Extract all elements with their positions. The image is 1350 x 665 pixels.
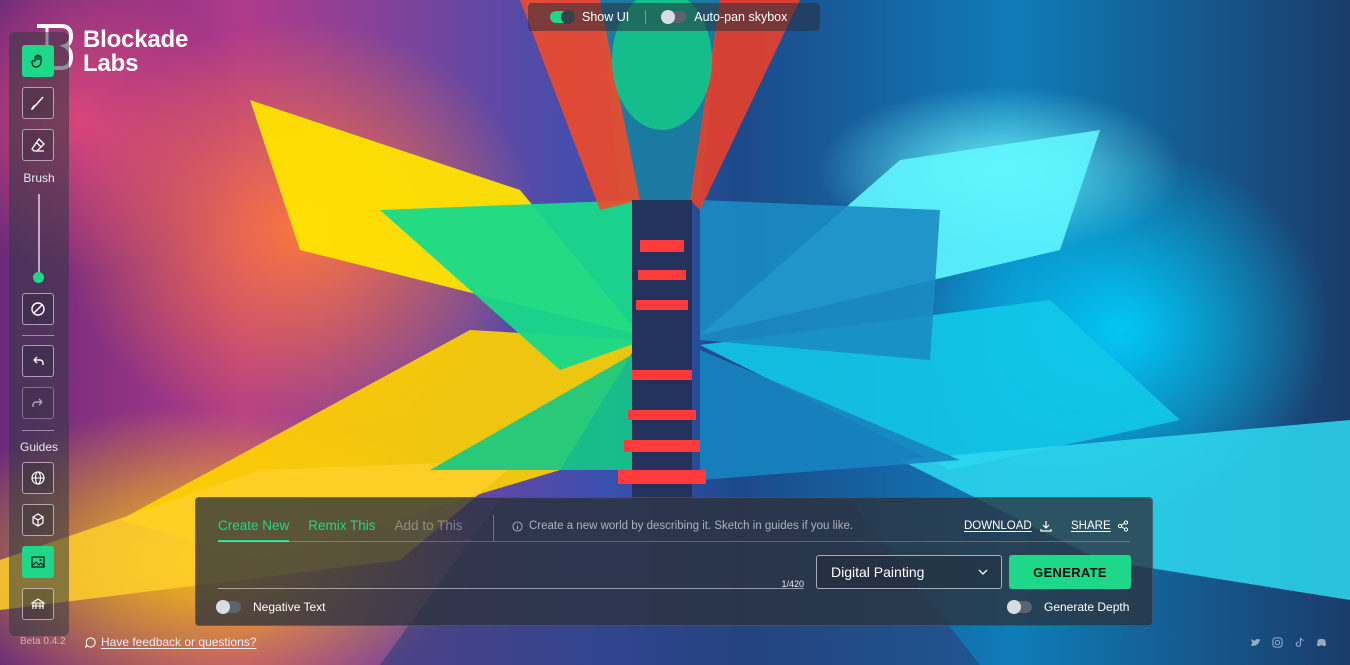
download-button[interactable]: DOWNLOAD [964,520,1052,532]
image-icon [31,556,45,568]
social-links [1250,635,1327,648]
pan-tool-button[interactable] [22,45,54,77]
tab-add-to-this[interactable]: Add to This [395,518,463,542]
tab-remix-this[interactable]: Remix This [308,518,375,542]
autopan-toggle-group[interactable]: Auto-pan skybox [661,10,788,24]
undo-icon [33,356,44,365]
share-icon [1117,520,1128,532]
feedback-text[interactable]: Have feedback or questions? [101,635,256,649]
cube-icon [32,513,44,527]
toolbar-divider [22,430,54,431]
chat-bubble-icon [85,636,96,648]
image-guide-button[interactable] [22,546,54,578]
tabs-divider [493,515,494,541]
show-ui-label: Show UI [582,10,630,24]
globe-icon [31,471,45,485]
logo-line2: Labs [83,50,139,77]
download-icon [1040,521,1052,532]
share-button[interactable]: SHARE [1071,520,1129,532]
guides-label: Guides [19,440,59,454]
negative-text-toggle-group[interactable]: Negative Text [216,600,326,614]
autopan-toggle[interactable] [661,10,687,24]
globe-guide-button[interactable] [22,462,54,494]
toolbar-divider [22,335,54,336]
generate-depth-label: Generate Depth [1044,600,1130,614]
twitter-icon[interactable] [1250,635,1261,646]
hand-icon [31,54,42,68]
topbar-divider [645,10,647,24]
brush-size-slider[interactable] [38,194,40,276]
undo-button[interactable] [22,345,54,377]
tiktok-icon[interactable] [1294,635,1305,647]
tab-create-new[interactable]: Create New [218,518,290,542]
redo-icon [32,398,43,407]
brush-icon [30,96,44,110]
generate-depth-toggle[interactable] [1007,600,1032,614]
instagram-icon[interactable] [1272,635,1283,648]
tool-sidebar: Brush Guides [9,32,69,636]
landscape-guide-button[interactable] [22,588,54,620]
negative-text-label: Negative Text [253,600,326,614]
share-label: SHARE [1071,520,1111,532]
autopan-label: Auto-pan skybox [694,10,788,24]
redo-button[interactable] [22,387,54,419]
logo-line1: Blockade [83,26,189,53]
generate-depth-toggle-group[interactable]: Generate Depth [1007,600,1130,614]
brush-label: Brush [23,171,55,185]
generation-panel: Create New Remix This Add to This Create… [195,497,1153,626]
style-select[interactable]: Digital Painting [816,555,1002,589]
show-ui-toggle-group[interactable]: Show UI [550,10,629,24]
show-ui-toggle[interactable] [550,10,575,24]
logo-text: Blockade Labs [83,28,188,76]
top-toggle-bar: Show UI Auto-pan skybox [528,3,820,31]
feedback-link[interactable]: Have feedback or questions? [85,635,256,649]
eraser-icon [31,137,45,152]
pavilion-icon [30,598,46,609]
prompt-input[interactable]: 1/420 [218,556,804,589]
character-counter: 1/420 [781,579,804,589]
info-icon [512,520,523,532]
mode-tabs: Create New Remix This Add to This [218,518,482,542]
chevron-down-icon [978,569,988,575]
hint-text-group: Create a new world by describing it. Ske… [512,520,853,532]
discord-icon[interactable] [1316,635,1327,647]
brush-tool-button[interactable] [22,87,54,119]
clear-brush-button[interactable] [22,293,54,325]
negative-text-toggle[interactable] [216,600,241,614]
cube-guide-button[interactable] [22,504,54,536]
generate-button[interactable]: GENERATE [1009,555,1131,589]
brush-size-handle[interactable] [33,272,44,283]
version-label: Beta 0.4.2 [20,636,66,647]
download-label: DOWNLOAD [964,520,1032,532]
eraser-tool-button[interactable] [22,129,54,161]
tabs-baseline [218,541,1130,542]
prohibited-icon [31,302,45,316]
hint-text: Create a new world by describing it. Ske… [529,520,854,532]
style-select-value: Digital Painting [831,564,925,580]
